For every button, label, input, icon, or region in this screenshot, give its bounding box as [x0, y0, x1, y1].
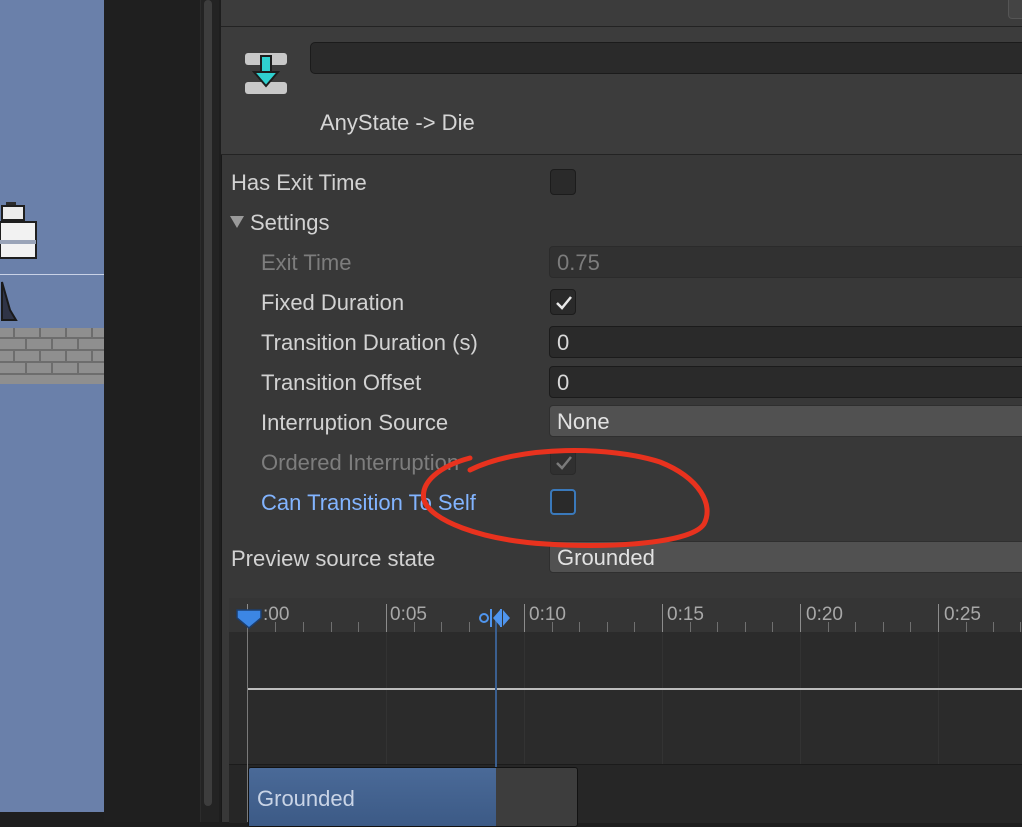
timeline-track — [229, 632, 1022, 764]
transition-icon — [245, 53, 287, 94]
lamp-sprite — [0, 202, 37, 259]
ruler-minor-tick — [331, 622, 332, 632]
scene-guide-line — [0, 274, 104, 275]
ruler-major-tick — [662, 604, 663, 632]
sprite-fragment — [1, 281, 18, 321]
playhead-marker-icon[interactable] — [236, 608, 262, 630]
can-transition-to-self-checkbox[interactable] — [550, 489, 576, 515]
has-exit-time-checkbox[interactable] — [550, 169, 576, 195]
grid-line — [938, 632, 939, 764]
transition-title: AnyState -> Die — [320, 110, 475, 135]
ruler-minor-tick — [303, 622, 304, 632]
transition-marker-line — [495, 620, 497, 770]
ruler-minor-tick — [772, 622, 773, 632]
transition-handle-icon[interactable] — [478, 607, 514, 629]
tick-label: 0:10 — [529, 604, 566, 625]
checkmark-icon — [556, 456, 572, 470]
grid-line — [800, 632, 801, 764]
fixed-duration-label: Fixed Duration — [261, 290, 405, 315]
tick-label: 0:25 — [944, 604, 981, 625]
transition-duration-label: Transition Duration (s) — [261, 330, 478, 355]
has-exit-time-label: Has Exit Time — [231, 170, 367, 195]
interruption-source-label: Interruption Source — [261, 410, 449, 435]
preview-source-state-label: Preview source state — [231, 546, 436, 571]
checkmark-icon — [556, 296, 572, 310]
tick-label: 0:15 — [667, 604, 704, 625]
scene-view[interactable] — [0, 0, 104, 812]
exit-time-field: 0.75 — [549, 246, 1022, 278]
preview-source-state-dropdown[interactable]: Grounded — [549, 541, 1022, 573]
ruler-minor-tick — [745, 622, 746, 632]
name-field[interactable] — [310, 42, 1022, 74]
ordered-interruption-label: Ordered Interruption — [261, 450, 460, 475]
ruler-major-tick — [938, 604, 939, 632]
ordered-interruption-checkbox — [550, 449, 576, 475]
ruler-major-tick — [524, 604, 525, 632]
timeline-ruler[interactable] — [229, 598, 1022, 633]
ruler-minor-tick — [358, 622, 359, 632]
ruler-minor-tick — [634, 622, 635, 632]
clip-label: Grounded — [257, 786, 355, 811]
grid-line — [662, 632, 663, 764]
grid-line — [524, 632, 525, 764]
ruler-minor-tick — [855, 622, 856, 632]
inspector-top-strip — [221, 0, 1022, 27]
can-transition-to-self-label: Can Transition To Self — [261, 490, 476, 515]
panel-gap — [104, 0, 200, 822]
ruler-minor-tick — [910, 622, 911, 632]
transition-offset-label: Transition Offset — [261, 370, 422, 395]
transition-offset-field[interactable]: 0 — [549, 366, 1022, 398]
tick-label: 0:20 — [806, 604, 843, 625]
scrollbar-thumb[interactable] — [204, 0, 212, 806]
ruler-major-tick — [386, 604, 387, 632]
ruler-minor-tick — [579, 622, 580, 632]
ruler-minor-tick — [1020, 622, 1021, 632]
fixed-duration-checkbox[interactable] — [550, 289, 576, 315]
transition-duration-field[interactable]: 0 — [549, 326, 1022, 358]
tick-label: :00 — [263, 604, 290, 625]
ruler-major-tick — [800, 604, 801, 632]
ruler-minor-tick — [607, 622, 608, 632]
chevron-down-icon[interactable] — [229, 214, 245, 230]
ruler-minor-tick — [993, 622, 994, 632]
grid-line — [386, 632, 387, 764]
interruption-source-dropdown[interactable]: None — [549, 405, 1022, 437]
transition-curve — [248, 688, 1022, 690]
settings-foldout[interactable]: Settings — [250, 210, 330, 236]
exit-time-label: Exit Time — [261, 250, 352, 275]
ruler-minor-tick — [717, 622, 718, 632]
ruler-minor-tick — [441, 622, 442, 632]
ruler-minor-tick — [883, 622, 884, 632]
brick-platform — [0, 328, 104, 384]
ruler-minor-tick — [469, 622, 470, 632]
tick-label: 0:05 — [390, 604, 427, 625]
top-button[interactable] — [1008, 0, 1022, 19]
